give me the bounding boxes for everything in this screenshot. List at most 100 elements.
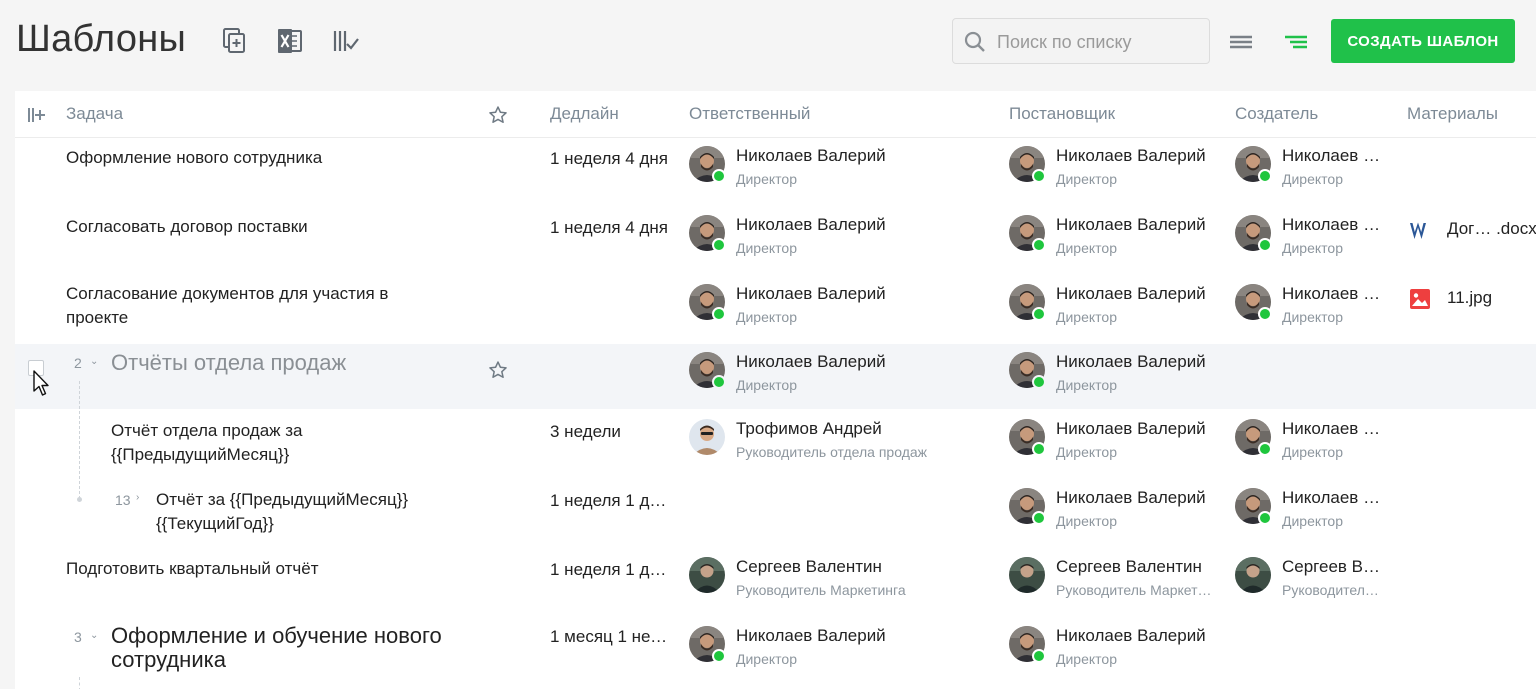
copy-add-icon[interactable] <box>220 26 250 56</box>
avatar <box>1235 557 1271 593</box>
task-title-line: сотрудника <box>111 647 226 672</box>
material-name: Дог… .docx <box>1447 219 1536 238</box>
image-icon <box>1409 288 1431 315</box>
assigner-person[interactable]: Николаев Валерий Директор <box>1009 284 1219 325</box>
star-icon[interactable] <box>488 105 508 130</box>
deadline: 1 неделя 1 день <box>550 560 670 579</box>
person-role: Директор <box>1056 651 1117 667</box>
person-name: Николаев Валерий <box>1282 488 1386 507</box>
online-indicator <box>1258 238 1272 252</box>
responsible-person[interactable]: Трофимов Андрей Руководитель отдела прод… <box>689 419 989 460</box>
person-name: Николаев Валерий <box>1282 419 1386 438</box>
responsible-person[interactable]: Николаев Валерий Директор <box>689 146 989 187</box>
online-indicator <box>1032 511 1046 525</box>
assigner-person[interactable]: Николаев Валерий Директор <box>1009 419 1219 460</box>
deadline: 1 неделя 4 дня <box>550 149 668 168</box>
tree-view-icon[interactable] <box>1282 28 1310 56</box>
task-title[interactable]: Оформление нового сотрудника <box>66 146 322 170</box>
task-title[interactable]: Оформление и обучение нового сотрудника <box>111 624 442 672</box>
search-icon <box>963 30 987 59</box>
creator-person[interactable]: Сергеев Валентин Руководитель Маркетинга <box>1235 557 1390 598</box>
table-row[interactable]: Согласование документов для участия в пр… <box>15 276 1536 344</box>
creator-person[interactable]: Николаев Валерий Директор <box>1235 284 1390 325</box>
subtask-count: 2 <box>74 355 82 371</box>
person-name: Николаев Валерий <box>1282 284 1386 303</box>
deadline: 1 неделя 4 дня <box>550 218 668 237</box>
search-input[interactable] <box>995 27 1199 57</box>
online-indicator <box>1032 169 1046 183</box>
task-title[interactable]: Отчёты отдела продаж <box>111 351 346 375</box>
table-header: Задача Дедлайн Ответственный Постановщик… <box>15 91 1536 138</box>
excel-export-icon[interactable] <box>275 26 305 56</box>
assigner-person[interactable]: Сергеев Валентин Руководитель Маркетинга <box>1009 557 1219 598</box>
person-role: Директор <box>736 171 797 187</box>
person-role: Руководитель Маркетинга <box>1056 582 1219 598</box>
task-title-line: Отчёт за {{ПредыдущийМесяц}} <box>156 490 409 509</box>
person-name: Сергеев Валентин <box>1282 557 1386 576</box>
mouse-cursor-icon <box>32 370 50 403</box>
column-settings-icon[interactable] <box>27 106 45 129</box>
search-box[interactable] <box>952 18 1210 64</box>
table-row[interactable]: Оформление нового сотрудника 1 неделя 4 … <box>15 138 1536 207</box>
person-name: Николаев Валерий <box>736 352 886 371</box>
online-indicator <box>1032 442 1046 456</box>
table-row-group[interactable]: 2 ⌄ Отчёты отдела продаж Николаев Валери… <box>15 344 1536 409</box>
page-title: Шаблоны <box>16 18 187 60</box>
responsible-person[interactable]: Николаев Валерий Директор <box>689 284 989 325</box>
person-name: Николаев Валерий <box>1056 215 1206 234</box>
task-title[interactable]: Согласовать договор поставки <box>66 215 308 239</box>
person-name: Николаев Валерий <box>736 284 886 303</box>
columns-check-icon[interactable] <box>330 26 360 56</box>
person-name: Николаев Валерий <box>1056 419 1206 438</box>
assigner-person[interactable]: Николаев Валерий Директор <box>1009 488 1219 529</box>
star-icon[interactable] <box>488 360 508 385</box>
creator-person[interactable]: Николаев Валерий Директор <box>1235 146 1390 187</box>
column-header-assigner[interactable]: Постановщик <box>1009 104 1115 124</box>
table-row[interactable]: Согласовать договор поставки 1 неделя 4 … <box>15 207 1536 276</box>
person-role: Директор <box>1282 513 1343 529</box>
creator-person[interactable]: Николаев Валерий Директор <box>1235 488 1390 529</box>
table-row[interactable]: Подготовить квартальный отчёт 1 неделя 1… <box>15 547 1536 616</box>
chevron-down-icon[interactable]: ⌄ <box>90 356 98 367</box>
assigner-person[interactable]: Николаев Валерий Директор <box>1009 215 1219 256</box>
task-title[interactable]: Отчёт отдела продаж за {{ПредыдущийМесяц… <box>111 419 303 467</box>
table-row[interactable]: Отчёт отдела продаж за {{ПредыдущийМесяц… <box>15 409 1536 478</box>
online-indicator <box>712 169 726 183</box>
column-header-materials[interactable]: Материалы <box>1407 104 1498 124</box>
column-header-deadline[interactable]: Дедлайн <box>550 104 619 124</box>
task-title[interactable]: Отчёт за {{ПредыдущийМесяц}} {{ТекущийГо… <box>156 488 408 536</box>
person-name: Николаев Валерий <box>1056 626 1206 645</box>
column-header-creator[interactable]: Создатель <box>1235 104 1318 124</box>
responsible-person[interactable]: Сергеев Валентин Руководитель Маркетинга <box>689 557 989 598</box>
column-header-responsible[interactable]: Ответственный <box>689 104 810 124</box>
task-title-line: {{ТекущийГод}} <box>156 514 274 533</box>
task-title-line: {{ПредыдущийМесяц}} <box>111 445 290 464</box>
chevron-down-icon[interactable]: ⌄ <box>90 630 98 641</box>
chevron-right-icon[interactable]: › <box>136 492 139 503</box>
assigner-person[interactable]: Николаев Валерий Директор <box>1009 146 1219 187</box>
responsible-person[interactable]: Николаев Валерий Директор <box>689 626 989 667</box>
task-title[interactable]: Согласование документов для участия в пр… <box>66 282 388 330</box>
table-row-group[interactable]: 3 ⌄ Оформление и обучение нового сотрудн… <box>15 616 1536 689</box>
avatar <box>1009 557 1045 593</box>
person-role: Директор <box>736 309 797 325</box>
online-indicator <box>1258 169 1272 183</box>
person-name: Трофимов Андрей <box>736 419 882 438</box>
assigner-person[interactable]: Николаев Валерий Директор <box>1009 626 1219 667</box>
person-name: Николаев Валерий <box>1282 215 1386 234</box>
creator-person[interactable]: Николаев Валерий Директор <box>1235 215 1390 256</box>
responsible-person[interactable]: Николаев Валерий Директор <box>689 352 989 393</box>
deadline: 1 месяц 1 неделя <box>550 627 670 646</box>
column-header-task[interactable]: Задача <box>66 104 123 124</box>
online-indicator <box>712 649 726 663</box>
task-title-line: Оформление и обучение нового <box>111 623 442 648</box>
creator-person[interactable]: Николаев Валерий Директор <box>1235 419 1390 460</box>
list-view-icon[interactable] <box>1227 28 1255 56</box>
person-role: Директор <box>1056 240 1117 256</box>
person-role: Директор <box>1056 309 1117 325</box>
responsible-person[interactable]: Николаев Валерий Директор <box>689 215 989 256</box>
create-template-button[interactable]: СОЗДАТЬ ШАБЛОН <box>1331 19 1515 63</box>
table-row[interactable]: 13 › Отчёт за {{ПредыдущийМесяц}} {{Теку… <box>15 478 1536 547</box>
task-title[interactable]: Подготовить квартальный отчёт <box>66 557 319 581</box>
assigner-person[interactable]: Николаев Валерий Директор <box>1009 352 1219 393</box>
